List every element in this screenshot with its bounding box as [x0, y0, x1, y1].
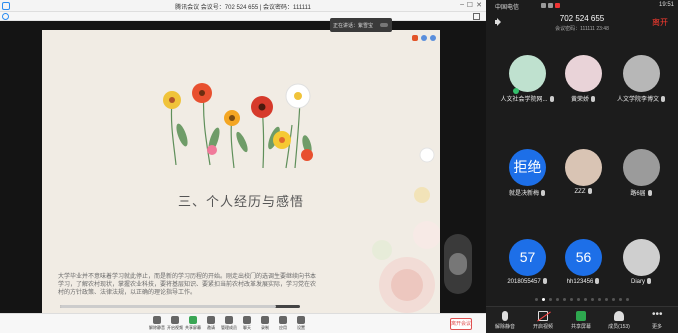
unmute-button[interactable]: 解除静音 — [486, 311, 524, 330]
page-dot[interactable] — [542, 298, 545, 301]
phone-status-bar: 中国电信 19:51 — [486, 0, 678, 12]
avatar — [623, 239, 660, 276]
avatar — [623, 149, 660, 186]
mic-muted-icon — [587, 188, 592, 194]
speaking-mic-icon — [380, 23, 388, 27]
members-button[interactable]: 成员(153) — [600, 311, 638, 330]
mic-icon — [502, 311, 508, 321]
page-dot[interactable] — [549, 298, 552, 301]
speaker-label: 正在讲话：紫雪宝 — [333, 23, 374, 29]
participant-tile[interactable]: 路6届 — [611, 149, 671, 209]
avatar — [565, 55, 602, 92]
mic-muted-icon — [647, 278, 651, 284]
phone-meeting-screen: 中国电信 19:51 702 524 655 会议密码：111111 23:48… — [486, 0, 678, 333]
camera-icon — [171, 316, 179, 324]
participant-tile[interactable]: 黄荣娇 — [553, 55, 613, 115]
gear-icon — [297, 316, 305, 324]
flower-illustration — [163, 83, 440, 313]
close-icon[interactable]: ✕ — [476, 1, 482, 9]
share-screen-icon — [189, 316, 197, 324]
share-screen-icon — [576, 311, 586, 321]
mic-icon — [153, 316, 161, 324]
meeting-info-bar — [0, 12, 486, 21]
maximize-icon[interactable]: ☐ — [467, 1, 473, 9]
page-dot[interactable] — [535, 298, 538, 301]
meeting-info-icon[interactable] — [2, 13, 9, 20]
avatar: 56 — [565, 239, 602, 276]
title-bar: 腾讯会议 会议号：702 524 655 | 会议密码：111111 – ☐ ✕ — [0, 0, 486, 12]
mic-muted-icon — [661, 96, 665, 102]
participant-tile[interactable]: 人文学院李博文 — [611, 55, 671, 115]
invite-icon — [207, 316, 215, 324]
chat-icon — [243, 316, 251, 324]
floating-control-handle[interactable] — [444, 234, 472, 294]
participant-tile[interactable]: 56 hh123456 — [553, 239, 613, 299]
mic-muted-icon — [595, 278, 600, 284]
status-time: 19:51 — [658, 2, 674, 8]
participant-tile[interactable]: 人文社会学院网... — [497, 55, 557, 115]
desktop-meeting-window: 腾讯会议 会议号：702 524 655 | 会议密码：111111 – ☐ ✕ — [0, 0, 486, 333]
members-icon — [614, 311, 624, 321]
share-progress-fill — [60, 305, 276, 308]
page-dot[interactable] — [563, 298, 566, 301]
status-icons — [541, 3, 571, 9]
more-button[interactable]: ••• 更多 — [638, 309, 676, 331]
page-dot[interactable] — [619, 298, 622, 301]
phone-bottom-bar: 解除静音 开启视频 共享屏幕 成员(153) ••• 更多 — [486, 306, 678, 333]
participant-tile[interactable]: 57 2018055457 — [497, 239, 557, 299]
desktop-toolbar: 解除静音 开启视频 共享屏幕 邀请 管理成员 聊天 录制 应用 设置 离开会议 — [0, 313, 486, 333]
avatar — [623, 55, 660, 92]
page-dot[interactable] — [605, 298, 608, 301]
mic-muted-icon — [542, 278, 547, 284]
avatar: 拒绝 — [509, 149, 546, 186]
page-dot[interactable] — [570, 298, 573, 301]
signal-icon — [541, 3, 546, 8]
avatar: 57 — [509, 239, 546, 276]
page-indicator[interactable] — [486, 298, 678, 301]
window-title: 腾讯会议 会议号：702 524 655 | 会议密码：111111 — [175, 5, 311, 11]
participant-tile[interactable]: ZZZ — [553, 149, 613, 209]
slide-body-text: 大学毕业并不意味着学习就此停止，而是新的学习历程的开始。刚走出校门的选调生要继续… — [58, 274, 317, 296]
page-dot[interactable] — [626, 298, 629, 301]
speaker-indicator: 正在讲话：紫雪宝 — [330, 18, 392, 32]
share-progress-bar — [60, 305, 300, 308]
wifi-icon — [548, 3, 553, 8]
apps-icon — [279, 316, 287, 324]
page-dot[interactable] — [584, 298, 587, 301]
meeting-meta: 会议密码：111111 23:48 — [555, 26, 609, 32]
carrier-label: 中国电信 — [495, 5, 520, 11]
desk-settings-button[interactable]: 设置 — [290, 316, 312, 331]
camera-off-icon — [538, 311, 548, 321]
avatar — [509, 55, 546, 92]
page-dot[interactable] — [556, 298, 559, 301]
mic-muted-icon — [647, 190, 652, 196]
shared-slide: 三、个人经历与感悟 大学毕业并不意味着学习就此停止，而是新的学习历程的开始。刚走… — [42, 30, 440, 314]
more-icon: ••• — [652, 309, 663, 320]
page-dot[interactable] — [577, 298, 580, 301]
recording-icon — [555, 3, 560, 8]
meeting-number[interactable]: 702 524 655 — [486, 14, 678, 23]
video-button[interactable]: 开启视频 — [524, 311, 562, 330]
participant-tile[interactable]: Diary — [611, 239, 671, 299]
page-dot[interactable] — [591, 298, 594, 301]
minimize-icon[interactable]: – — [460, 1, 464, 8]
share-screen-button[interactable]: 共享屏幕 — [562, 311, 600, 330]
mic-muted-icon — [591, 96, 595, 102]
page-dot[interactable] — [598, 298, 601, 301]
page-dot[interactable] — [612, 298, 615, 301]
record-icon — [261, 316, 269, 324]
participant-tile[interactable]: 拒绝 就是决新梅 — [497, 149, 557, 209]
mic-muted-icon — [541, 190, 545, 196]
leave-button[interactable]: 离开 — [652, 17, 668, 28]
end-meeting-button[interactable]: 离开会议 — [450, 318, 472, 330]
avatar — [565, 149, 602, 186]
members-icon — [225, 316, 233, 324]
fullscreen-icon[interactable] — [473, 13, 480, 20]
slide-title: 三、个人经历与感悟 — [177, 194, 304, 209]
